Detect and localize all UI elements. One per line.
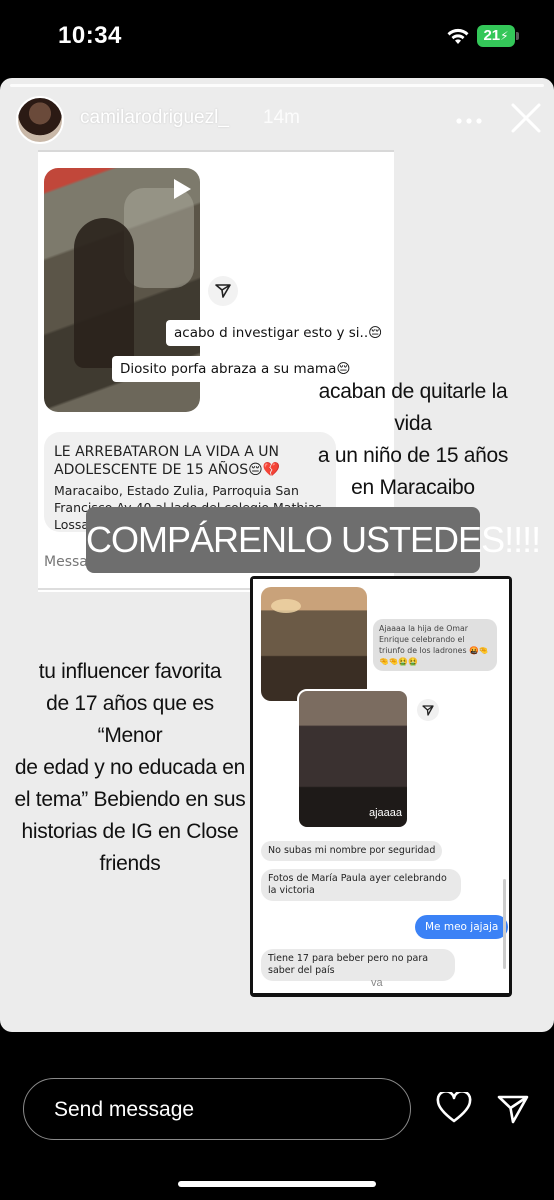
status-time: 10:34 [58, 22, 122, 49]
wifi-icon [447, 28, 469, 44]
battery-indicator: 21⚡ [477, 25, 515, 47]
story-text-left: tu influencer favorita de 17 años que es… [14, 656, 246, 880]
play-icon [174, 179, 191, 199]
home-indicator [178, 1181, 376, 1187]
message-line: LE ARREBATARON LA VIDA A UN [54, 444, 279, 460]
screenshot-chat-2-content: Ajaaaa la hija de Omar Enrique celebrand… [253, 579, 509, 993]
story-time-ago: 14m [263, 107, 300, 128]
story-text-line: de 17 años que es “Menor [46, 692, 214, 747]
story-header: camilarodriguezl_ 14m [0, 92, 554, 144]
photo-thumbnail: ajaaaa [297, 689, 409, 829]
screenshot-chat-2: Ajaaaa la hija de Omar Enrique celebrand… [250, 576, 512, 997]
heart-icon[interactable] [436, 1092, 472, 1124]
story-text-line: acaban de quitarle la vida [318, 380, 508, 435]
story-text-right: acaban de quitarle la vida a un niño de … [298, 376, 528, 504]
battery-cap [516, 32, 519, 40]
close-icon[interactable] [510, 102, 542, 134]
story-text-line: en Maracaibo [351, 476, 475, 499]
story-text-line: tu influencer favorita [38, 660, 222, 683]
story-card[interactable]: camilarodriguezl_ 14m acabo d investigar… [0, 78, 554, 1032]
share-icon [208, 276, 238, 306]
scrollbar [503, 879, 506, 969]
message-line: Maracaibo, Estado Zulia, Parroquia San [54, 483, 299, 498]
chat-bubble: Tiene 17 para beber pero no para saber d… [261, 949, 455, 981]
charging-bolt-icon: ⚡ [500, 29, 509, 43]
thumbnail-figure [74, 218, 134, 368]
chat-footer-text: va [371, 977, 383, 989]
message-line: ADOLESCENTE DE 15 AÑOS😔💔 [54, 462, 281, 478]
send-message-input[interactable]: Send message [23, 1078, 411, 1140]
chat-bubble: Fotos de María Paula ayer celebrando la … [261, 869, 461, 901]
reply-bubble: acabo d investigar esto y si..😔 [166, 320, 391, 346]
story-username[interactable]: camilarodriguezl_ [80, 107, 229, 129]
story-text-line: de edad y no educada en [14, 756, 246, 779]
thumbnail-background-figure [124, 188, 194, 288]
photo-thumbnail [261, 587, 367, 701]
photo-caption: ajaaaa [369, 807, 403, 819]
story-text-line: historias de IG en Close [21, 820, 239, 843]
story-headline: COMPÁRENLO USTEDES!!!! [86, 507, 541, 573]
photo-light [271, 599, 301, 613]
share-icon [417, 699, 439, 721]
direct-message-icon[interactable] [496, 1092, 530, 1126]
more-options-icon[interactable] [456, 118, 482, 124]
status-bar: 10:34 21⚡ [0, 0, 554, 74]
story-progress-bar [10, 84, 544, 87]
story-text-line: friends [99, 852, 161, 875]
avatar[interactable] [16, 96, 64, 144]
reply-bubble: Ajaaaa la hija de Omar Enrique celebrand… [373, 619, 497, 671]
divider [38, 150, 394, 152]
chat-bubble: No subas mi nombre por seguridad [261, 841, 443, 861]
story-text-line: el tema” Bebiendo en sus [14, 788, 246, 811]
chat-bubble-sent: Me meo jajaja [415, 915, 509, 939]
battery-level: 21 [483, 27, 501, 44]
story-text-line: a un niño de 15 años [317, 444, 509, 467]
send-message-placeholder: Send message [54, 1098, 195, 1121]
